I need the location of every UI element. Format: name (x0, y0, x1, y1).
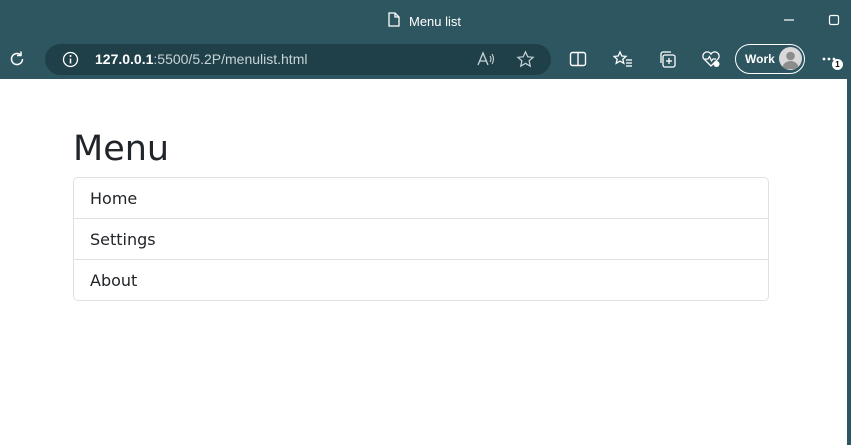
favorites-icon[interactable] (609, 45, 637, 73)
split-screen-icon[interactable] (564, 45, 592, 73)
menu-item-about[interactable]: About (74, 260, 768, 300)
collections-icon[interactable] (653, 45, 681, 73)
profile-button[interactable]: Work (735, 44, 805, 74)
page-icon (388, 12, 400, 30)
browser-essentials-icon[interactable] (697, 45, 725, 73)
profile-label: Work (745, 52, 775, 66)
avatar-icon (779, 47, 802, 70)
window-title: Menu list (388, 11, 461, 31)
read-aloud-icon[interactable] (476, 50, 496, 73)
site-info-icon[interactable] (62, 51, 79, 73)
page-title: Menu (73, 129, 170, 169)
menu-list: Home Settings About (73, 177, 769, 301)
title-bar: Menu list (0, 0, 851, 40)
menu-item-settings[interactable]: Settings (74, 219, 768, 260)
maximize-icon[interactable] (822, 8, 846, 32)
browser-toolbar: 127.0.0.1:5500/5.2P/menulist.html Work (0, 40, 851, 79)
address-bar[interactable]: 127.0.0.1:5500/5.2P/menulist.html (45, 44, 551, 75)
url-host: 127.0.0.1 (95, 51, 154, 67)
menu-item-home[interactable]: Home (74, 178, 768, 219)
minimize-icon[interactable] (777, 8, 801, 32)
favorite-star-icon[interactable] (516, 50, 535, 74)
url-text[interactable]: 127.0.0.1:5500/5.2P/menulist.html (95, 51, 307, 67)
page-viewport: Menu Home Settings About (0, 79, 847, 445)
tab-title: Menu list (409, 13, 462, 29)
notification-badge: 1 (832, 59, 843, 70)
url-path: :5500/5.2P/menulist.html (153, 51, 308, 67)
reload-icon[interactable] (3, 45, 31, 73)
